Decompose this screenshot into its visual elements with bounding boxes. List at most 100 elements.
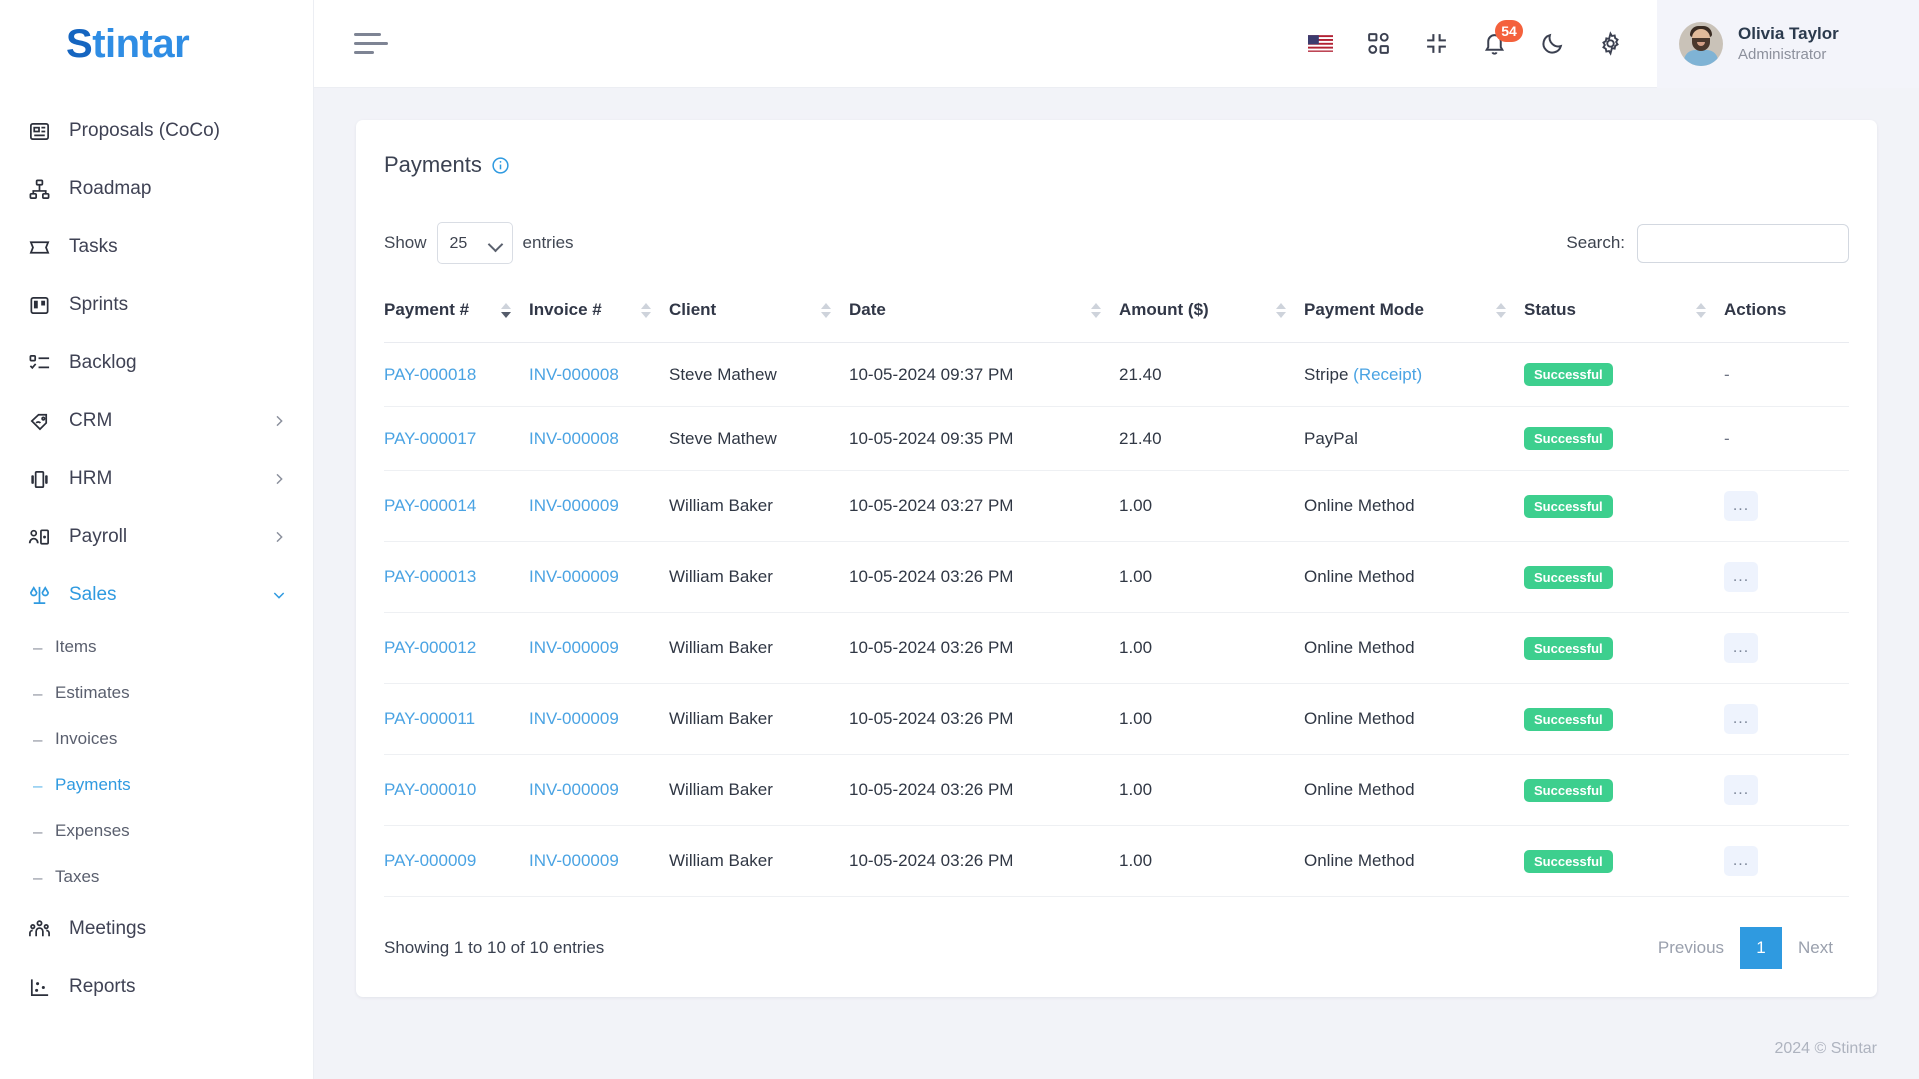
column-header-payment-mode[interactable]: Payment Mode <box>1304 290 1524 343</box>
table-row: PAY-000012 INV-000009 William Baker 10-0… <box>384 612 1849 684</box>
sidebar-item-hrm[interactable]: HRM <box>0 450 313 508</box>
dark-mode-moon-icon[interactable] <box>1526 18 1578 70</box>
payment-link[interactable]: PAY-000018 <box>384 365 476 384</box>
dash-bullet-icon: – <box>33 637 43 657</box>
user-profile-menu[interactable]: Olivia Taylor Administrator <box>1657 0 1919 88</box>
payment-link[interactable]: PAY-000012 <box>384 638 476 657</box>
invoice-link[interactable]: INV-000009 <box>529 638 619 657</box>
settings-gear-icon[interactable] <box>1584 18 1636 70</box>
app-root: Stintar Proposals (CoCo) Roadmap Tasks S… <box>0 0 1919 1079</box>
invoice-link[interactable]: INV-000009 <box>529 496 619 515</box>
apps-grid-icon[interactable] <box>1352 18 1404 70</box>
payment-link[interactable]: PAY-000014 <box>384 496 476 515</box>
payment-link[interactable]: PAY-000011 <box>384 709 475 728</box>
sidebar-item-backlog[interactable]: Backlog <box>0 334 313 392</box>
column-label: Amount ($) <box>1119 300 1209 319</box>
backlog-icon <box>26 350 52 376</box>
notifications-bell-icon[interactable]: 54 <box>1468 18 1523 70</box>
column-header-amount[interactable]: Amount ($) <box>1119 290 1304 343</box>
cell-client: William Baker <box>669 754 849 826</box>
sidebar-item-sales[interactable]: Sales <box>0 566 313 624</box>
sales-icon <box>26 582 52 608</box>
sidebar-subitem-label: Taxes <box>55 867 100 886</box>
sidebar-item-proposals[interactable]: Proposals (CoCo) <box>0 102 313 160</box>
entries-length-select[interactable]: 10 25 50 100 <box>436 222 513 264</box>
content-area: Payments Show 10 25 50 100 <box>314 88 1919 1019</box>
show-label: Show <box>384 233 427 252</box>
cell-client: William Baker <box>669 541 849 613</box>
column-header-invoice[interactable]: Invoice # <box>529 290 669 343</box>
table-row: PAY-000011 INV-000009 William Baker 10-0… <box>384 683 1849 755</box>
sidebar-subitem-taxes[interactable]: – Taxes <box>0 854 313 900</box>
sidebar-subitem-invoices[interactable]: – Invoices <box>0 716 313 762</box>
payment-link[interactable]: PAY-000009 <box>384 851 476 870</box>
sidebar-item-meetings[interactable]: Meetings <box>0 900 313 958</box>
sidebar-subitem-items[interactable]: – Items <box>0 624 313 670</box>
column-header-payment[interactable]: Payment # <box>384 290 529 343</box>
chevron-down-icon <box>271 587 287 603</box>
sidebar-subitem-label: Invoices <box>55 729 118 748</box>
receipt-link[interactable]: (Receipt) <box>1353 365 1422 384</box>
row-actions-button[interactable]: ... <box>1724 491 1758 521</box>
invoice-link[interactable]: INV-000008 <box>529 429 619 448</box>
invoice-link[interactable]: INV-000009 <box>529 709 619 728</box>
sidebar-item-payroll[interactable]: Payroll <box>0 508 313 566</box>
language-flag-icon[interactable] <box>1294 18 1346 70</box>
payment-link[interactable]: PAY-000017 <box>384 429 476 448</box>
table-row: PAY-000017 INV-000008 Steve Mathew 10-05… <box>384 406 1849 471</box>
column-label: Date <box>849 300 886 319</box>
sidebar-subitem-payments[interactable]: – Payments <box>0 762 313 808</box>
brand-name-text: tintar <box>92 21 190 66</box>
proposals-icon <box>26 118 52 144</box>
row-actions-button[interactable]: ... <box>1724 846 1758 876</box>
row-actions-button[interactable]: ... <box>1724 704 1758 734</box>
sidebar-item-roadmap[interactable]: Roadmap <box>0 160 313 218</box>
sidebar-subitem-estimates[interactable]: – Estimates <box>0 670 313 716</box>
payments-card: Payments Show 10 25 50 100 <box>356 120 1877 997</box>
sidebar-item-reports[interactable]: Reports <box>0 958 313 1016</box>
cell-client: William Baker <box>669 825 849 897</box>
sidebar-item-tasks[interactable]: Tasks <box>0 218 313 276</box>
cell-amount: 1.00 <box>1119 541 1304 613</box>
sidebar-item-label: Sales <box>69 584 117 605</box>
pagination-previous[interactable]: Previous <box>1642 928 1740 968</box>
pagination-page-1[interactable]: 1 <box>1740 927 1783 969</box>
brand-logo[interactable]: Stintar <box>0 0 313 88</box>
invoice-link[interactable]: INV-000009 <box>529 567 619 586</box>
sidebar-subitem-label: Items <box>55 637 97 656</box>
search-label: Search: <box>1566 233 1625 252</box>
sidebar-item-crm[interactable]: CRM <box>0 392 313 450</box>
cell-invoice: INV-000009 <box>529 754 669 826</box>
row-actions-button[interactable]: ... <box>1724 633 1758 663</box>
invoice-link[interactable]: INV-000008 <box>529 365 619 384</box>
sort-arrows-icon <box>1696 302 1706 318</box>
column-label: Status <box>1524 300 1576 319</box>
payment-link[interactable]: PAY-000010 <box>384 780 476 799</box>
column-header-client[interactable]: Client <box>669 290 849 343</box>
hamburger-icon[interactable] <box>354 31 388 57</box>
crm-icon <box>26 408 52 434</box>
pagination-next[interactable]: Next <box>1782 928 1849 968</box>
column-header-date[interactable]: Date <box>849 290 1119 343</box>
payment-link[interactable]: PAY-000013 <box>384 567 476 586</box>
search-input[interactable] <box>1637 223 1849 263</box>
fullscreen-exit-icon[interactable] <box>1410 18 1462 70</box>
sidebar-subitem-label: Estimates <box>55 683 130 702</box>
sidebar-item-label: Proposals (CoCo) <box>69 120 220 141</box>
invoice-link[interactable]: INV-000009 <box>529 851 619 870</box>
sidebar-subitem-expenses[interactable]: – Expenses <box>0 808 313 854</box>
table-controls: Show 10 25 50 100 entries Search: <box>384 222 1849 264</box>
column-header-status[interactable]: Status <box>1524 290 1724 343</box>
info-circle-icon[interactable] <box>491 156 510 175</box>
sidebar-item-label: Sprints <box>69 294 129 315</box>
sidebar-item-sprints[interactable]: Sprints <box>0 276 313 334</box>
cell-payment: PAY-000014 <box>384 470 529 542</box>
invoice-link[interactable]: INV-000009 <box>529 780 619 799</box>
row-actions-button[interactable]: ... <box>1724 562 1758 592</box>
row-actions-button[interactable]: ... <box>1724 775 1758 805</box>
table-row: PAY-000018 INV-000008 Steve Mathew 10-05… <box>384 342 1849 407</box>
sort-arrows-icon <box>1496 302 1506 318</box>
avatar <box>1679 21 1723 66</box>
table-head: Payment # Invoice # Client Date Amount (… <box>384 290 1849 343</box>
table-row: PAY-000010 INV-000009 William Baker 10-0… <box>384 754 1849 826</box>
